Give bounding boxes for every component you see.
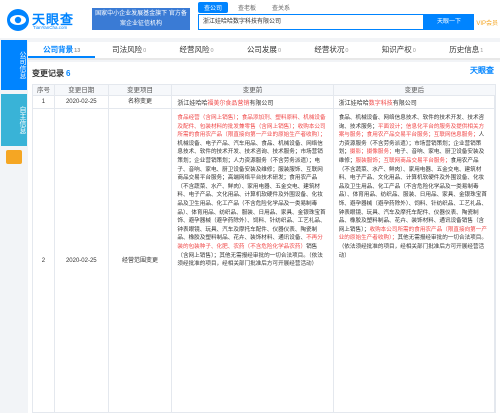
dimension-tabs: 公司背景13 司法风险0 经营风险0 公司发展0 经营状况0 知识产权0 历史信… <box>28 42 500 60</box>
tab-count: 0 <box>143 48 147 54</box>
tab-count: 0 <box>345 48 349 54</box>
change-records-panel: 变更记录 6 天眼查 序号 变更日期 变更项目 变更前 变更后 1 2020-02… <box>28 62 500 413</box>
changed-text: 福美尔食品营销 <box>207 101 250 107</box>
tab-count: 13 <box>74 48 81 54</box>
changed-text: 摄影；摄像服务； <box>349 149 395 156</box>
tab-label: 司法风险 <box>112 45 143 54</box>
tab-label: 公司发展 <box>246 45 277 54</box>
eye-logo-icon <box>7 9 29 31</box>
tab-label: 公司背景 <box>43 45 74 54</box>
unchanged-text: 有限公司 <box>249 101 274 107</box>
cell-index: 2 <box>33 109 55 412</box>
unchanged-text: 有限公司 <box>392 101 417 107</box>
tab-label: 知识产权 <box>381 45 412 54</box>
col-item: 变更项目 <box>109 85 173 95</box>
tab-company-development[interactable]: 公司发展0 <box>230 42 297 58</box>
col-date: 变更日期 <box>55 85 109 95</box>
cell-before: 浙江娃哈哈福美尔食品营销有限公司 <box>172 96 334 108</box>
header-banner: 国家中小企业发展基金旗下 官方备案企业征信机构 <box>92 8 190 30</box>
unchanged-text: 食用农产品（不含蔬菜、水产、鲜肉）、家用电器、五金交电、建筑材料、电子产品、文化… <box>338 157 487 233</box>
cell-item: 名称变更 <box>109 96 173 108</box>
tab-count: 0 <box>210 48 214 54</box>
tab-label: 经营风险 <box>179 45 210 54</box>
cell-before: 食品经营（含网上销售）；食品添加剂、塑料原料、机械设备及配件、包装材料的批发兼零… <box>172 109 334 412</box>
unchanged-text: 食品、机械设备、网络信息技术、软件的技术开发、技术咨询、技术服务；市场营销策划；… <box>177 140 326 242</box>
site-logo[interactable]: 天眼查 TianYanCha.com <box>6 6 86 32</box>
tab-operating-risk[interactable]: 经营风险0 <box>163 42 230 58</box>
side-badge <box>6 150 22 164</box>
unchanged-text: 浙江娃哈哈 <box>338 101 369 107</box>
tab-count: 0 <box>412 48 416 54</box>
changed-text: 数字科技 <box>368 101 393 107</box>
tab-count: 1 <box>480 48 484 54</box>
cell-date: 2020-02-25 <box>55 96 109 108</box>
cell-date: 2020-02-25 <box>55 109 109 412</box>
search-tab-relation[interactable]: 查关系 <box>266 2 296 13</box>
tab-business-status[interactable]: 经营状况0 <box>298 42 365 58</box>
tab-intellectual-property[interactable]: 知识产权0 <box>365 42 432 58</box>
logo-subtext: TianYanCha.com <box>33 25 68 30</box>
unchanged-text: 浙江娃哈哈 <box>177 101 208 107</box>
tab-label: 经营状况 <box>314 45 345 54</box>
search-input[interactable]: 浙江娃哈哈数字科技有限公司 <box>198 14 424 30</box>
top-header: 天眼查 TianYanCha.com 国家中小企业发展基金旗下 官方备案企业征信… <box>0 0 500 38</box>
search-tab-boss[interactable]: 查老板 <box>232 2 262 13</box>
panel-watermark-logo: 天眼查 <box>470 66 494 75</box>
side-nav: 公司信息 自主信息 <box>0 40 28 164</box>
tab-count: 0 <box>277 48 281 54</box>
panel-count: 6 <box>66 69 71 78</box>
col-before: 变更前 <box>172 85 334 95</box>
table-header: 序号 变更日期 变更项目 变更前 变更后 <box>32 84 496 96</box>
col-index: 序号 <box>33 85 55 95</box>
panel-title: 变更记录 6 <box>32 68 70 79</box>
col-after: 变更后 <box>404 87 425 94</box>
changed-text: 食品经营（含网上销售）；食品添加剂、塑料原料、机械设备及配件、包装材料的批发兼零… <box>177 115 326 139</box>
table-row: 1 2020-02-25 名称变更 浙江娃哈哈福美尔食品营销有限公司 浙江娃哈哈… <box>32 96 496 109</box>
vip-link[interactable]: VIP会员 <box>476 18 498 27</box>
cell-after: 食品、机械设备、网络信息技术、软件的技术开发、技术咨询、技术服务；平面设计；信息… <box>334 109 496 412</box>
table-row: 2 2020-02-25 经营范围变更 食品经营（含网上销售）；食品添加剂、塑料… <box>32 109 496 413</box>
search-type-tabs: 查公司 查老板 查关系 <box>198 2 296 13</box>
changed-text: 服装服饰；互联网商品交易平台服务； <box>355 157 451 164</box>
cell-index: 1 <box>33 96 55 108</box>
panel-title-text: 变更记录 <box>32 69 64 78</box>
tab-judicial-risk[interactable]: 司法风险0 <box>95 42 162 58</box>
tab-history[interactable]: 历史信息1 <box>433 42 500 58</box>
search-tab-company[interactable]: 查公司 <box>198 2 229 13</box>
cell-after: 浙江娃哈哈数字科技有限公司 <box>334 96 496 108</box>
search-button[interactable]: 天眼一下 <box>424 14 474 30</box>
side-item-self-info[interactable]: 自主信息 <box>1 94 27 146</box>
tab-label: 历史信息 <box>449 45 480 54</box>
cell-item: 经营范围变更 <box>109 109 173 412</box>
tab-company-background[interactable]: 公司背景13 <box>28 42 96 58</box>
unchanged-text: 机械设备、电子产品、汽车用品、 <box>177 140 262 147</box>
side-item-company-info[interactable]: 公司信息 <box>1 40 27 90</box>
